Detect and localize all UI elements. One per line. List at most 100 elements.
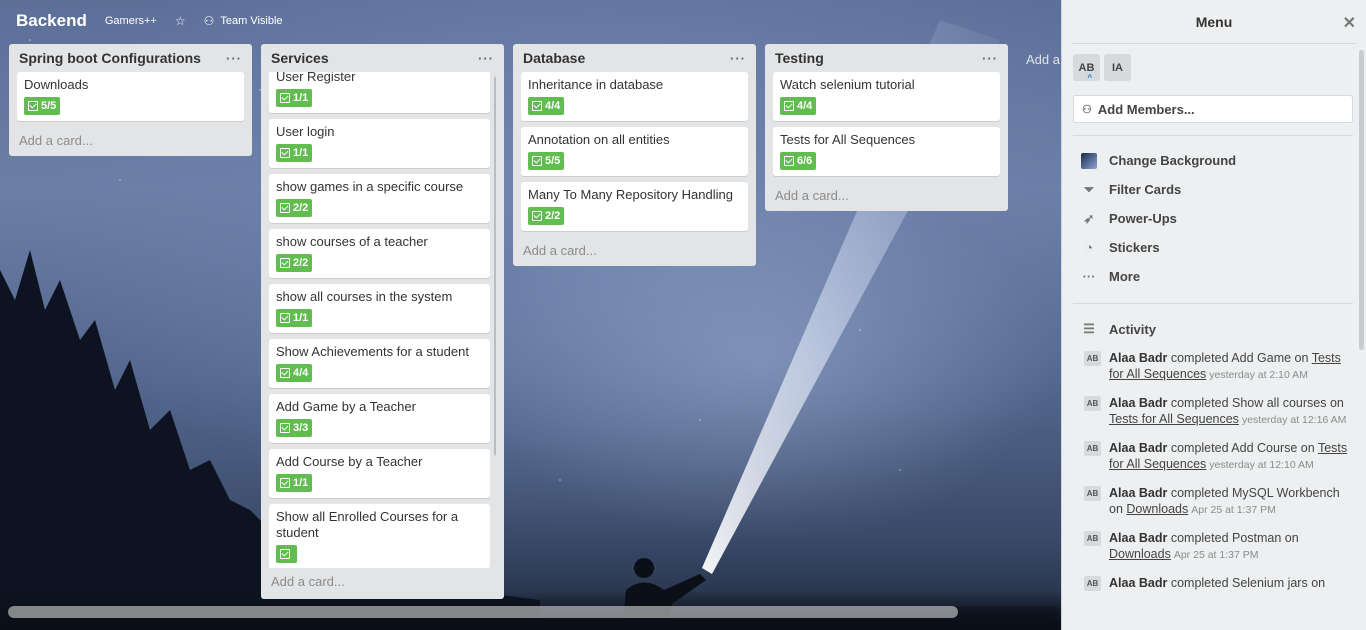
checklist-badge: 2/2 [276, 199, 313, 217]
board-scroll-thumb[interactable] [8, 606, 958, 618]
card-title: User login [276, 124, 335, 139]
activity-card-link[interactable]: Downloads [1109, 547, 1171, 561]
cards-scroll-area[interactable]: User Register 1/1 User login 1/1 show ga… [269, 72, 496, 568]
avatar[interactable]: AB [1084, 486, 1101, 501]
add-card-button[interactable]: Add a card... [17, 127, 244, 156]
activity-card-link[interactable]: Downloads [1126, 502, 1188, 516]
activity-text: completed Add Game on [1170, 351, 1309, 365]
activity-text: completed Add Course on [1170, 441, 1315, 455]
more-item[interactable]: ··· More [1062, 262, 1366, 291]
card[interactable]: User Register 1/1 [269, 72, 490, 113]
add-card-button[interactable]: Add a card... [773, 182, 1000, 211]
admin-icon: ^ [1087, 73, 1092, 82]
checklist-icon [280, 423, 290, 433]
board-title[interactable]: Backend [16, 11, 87, 31]
activity-user[interactable]: Alaa Badr [1109, 441, 1167, 455]
card[interactable]: Watch selenium tutorial 4/4 [773, 72, 1000, 121]
menu-scrollbar[interactable] [1359, 50, 1364, 350]
add-list-button[interactable]: Add a [1026, 52, 1060, 67]
checklist-badge: 1/1 [276, 474, 313, 492]
card[interactable]: Add Game by a Teacher 3/3 [269, 394, 490, 443]
activity-time[interactable]: yesterday at 12:10 AM [1209, 459, 1313, 471]
checklist-icon [280, 93, 290, 103]
divider [1073, 135, 1353, 136]
activity-time[interactable]: yesterday at 2:10 AM [1209, 369, 1308, 381]
team-icon: ⚇ [203, 14, 215, 28]
visibility-label: Team Visible [220, 15, 283, 27]
menu-title: Menu [1195, 13, 1233, 30]
checklist-icon [280, 478, 290, 488]
card[interactable]: show games in a specific course 2/2 [269, 174, 490, 223]
activity-time[interactable]: Apr 25 at 1:37 PM [1174, 549, 1259, 561]
card[interactable]: Inheritance in database 4/4 [521, 72, 748, 121]
activity-time[interactable]: Apr 25 at 1:37 PM [1191, 504, 1276, 516]
power-ups-item[interactable]: ➶ Power-Ups [1062, 204, 1366, 233]
checklist-badge: 4/4 [780, 97, 817, 115]
filter-cards-item[interactable]: ⏷ Filter Cards [1062, 175, 1366, 204]
star-button[interactable]: ☆ [175, 14, 186, 28]
list-testing: Testing ··· Watch selenium tutorial 4/4 … [765, 44, 1008, 211]
checklist-icon [280, 313, 290, 323]
list-menu-icon[interactable]: ··· [730, 51, 746, 66]
card-title: Annotation on all entities [528, 132, 670, 147]
card-title: Watch selenium tutorial [780, 77, 915, 92]
add-members-button[interactable]: ⚇ Add Members... [1073, 95, 1353, 123]
activity-text: completed Postman on [1170, 531, 1299, 545]
avatar[interactable]: AB [1084, 351, 1101, 366]
list-title[interactable]: Services [271, 50, 329, 66]
card[interactable]: Many To Many Repository Handling 2/2 [521, 182, 748, 231]
checklist-badge: 6/6 [780, 152, 817, 170]
avatar[interactable]: AB [1084, 576, 1101, 591]
card[interactable]: Downloads 5/5 [17, 72, 244, 121]
checklist-icon [784, 101, 794, 111]
avatar[interactable]: AB [1084, 441, 1101, 456]
activity-user[interactable]: Alaa Badr [1109, 396, 1167, 410]
card[interactable]: Show all Enrolled Courses for a student [269, 504, 490, 568]
add-card-button[interactable]: Add a card... [269, 568, 496, 597]
avatar[interactable]: AB [1084, 531, 1101, 546]
activity-user[interactable]: Alaa Badr [1109, 531, 1167, 545]
list-title[interactable]: Database [523, 50, 585, 66]
activity-card-link[interactable]: Tests for All Sequences [1109, 412, 1239, 426]
card[interactable]: Add Course by a Teacher 1/1 [269, 449, 490, 498]
stickers-item[interactable]: ◔ Stickers [1062, 233, 1366, 262]
list-menu-icon[interactable]: ··· [982, 51, 998, 66]
list-menu-icon[interactable]: ··· [226, 51, 242, 66]
rocket-icon: ➶ [1083, 210, 1095, 226]
menu-header: Menu ✕ [1072, 0, 1356, 44]
activity-item: AB Alaa Badr completed MySQL Workbench o… [1062, 479, 1366, 524]
activity-user[interactable]: Alaa Badr [1109, 351, 1167, 365]
list-header: Spring boot Configurations ··· [17, 44, 244, 72]
list-scrollbar[interactable] [494, 76, 496, 456]
visibility-button[interactable]: ⚇ Team Visible [204, 14, 283, 28]
card-title: show courses of a teacher [276, 234, 428, 249]
card[interactable]: User login 1/1 [269, 119, 490, 168]
card[interactable]: show all courses in the system 1/1 [269, 284, 490, 333]
avatar[interactable]: AB [1084, 396, 1101, 411]
avatar[interactable]: AB ^ [1073, 54, 1100, 82]
add-card-button[interactable]: Add a card... [521, 237, 748, 266]
activity-user[interactable]: Alaa Badr [1109, 576, 1167, 590]
checklist-icon [280, 148, 290, 158]
list-title[interactable]: Testing [775, 50, 824, 66]
activity-header: ☰ Activity [1062, 314, 1366, 344]
close-icon[interactable]: ✕ [1343, 13, 1356, 33]
change-background-item[interactable]: Change Background [1062, 146, 1366, 175]
card-title: Add Course by a Teacher [276, 454, 423, 469]
activity-item: AB Alaa Badr completed Add Game on Tests… [1062, 344, 1366, 389]
member-list: AB ^ IA [1062, 44, 1366, 85]
activity-user[interactable]: Alaa Badr [1109, 486, 1167, 500]
card[interactable]: Annotation on all entities 5/5 [521, 127, 748, 176]
card[interactable]: show courses of a teacher 2/2 [269, 229, 490, 278]
avatar[interactable]: IA [1104, 54, 1131, 81]
card[interactable]: Tests for All Sequences 6/6 [773, 127, 1000, 176]
card[interactable]: Show Achievements for a student 4/4 [269, 339, 490, 388]
list-title[interactable]: Spring boot Configurations [19, 50, 201, 66]
checklist-icon [280, 549, 290, 559]
activity-time[interactable]: yesterday at 12:16 AM [1242, 414, 1346, 426]
checklist-badge: 2/2 [276, 254, 313, 272]
list-menu-icon[interactable]: ··· [478, 51, 494, 66]
card-title: Downloads [24, 77, 89, 92]
team-button[interactable]: Gamers++ [105, 15, 157, 27]
sticker-icon: ◔ [1085, 240, 1093, 255]
